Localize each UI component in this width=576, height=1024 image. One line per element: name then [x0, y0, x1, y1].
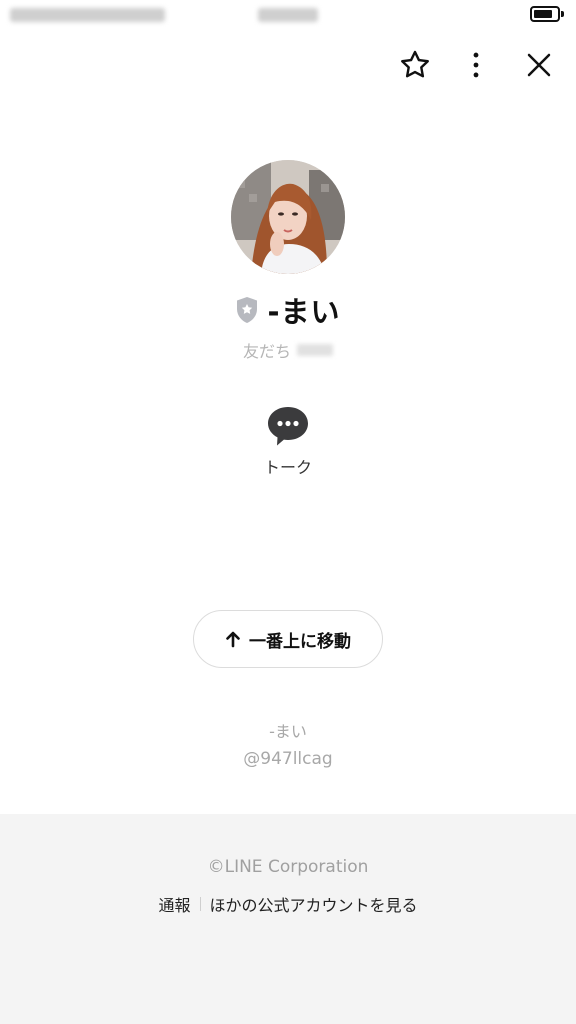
official-shield-icon — [237, 297, 258, 323]
profile-avatar[interactable] — [231, 160, 345, 274]
profile-page: -まい 友だち トーク 一番上に移動 -まい @947llcag ©LINE C… — [0, 0, 576, 1024]
star-outline-icon — [401, 50, 429, 78]
footer-links: 通報 ほかの公式アカウントを見る — [0, 892, 576, 916]
status-time-blurred — [258, 8, 318, 22]
talk-button[interactable]: トーク — [248, 404, 328, 480]
battery-icon — [530, 6, 560, 22]
profile-name: -まい — [267, 295, 341, 329]
more-options-button[interactable] — [457, 46, 495, 84]
status-bar — [0, 0, 576, 34]
avatar-image — [231, 160, 345, 274]
friend-count-blurred — [297, 344, 333, 356]
favorite-button[interactable] — [396, 46, 434, 84]
footer-link-divider — [199, 897, 201, 911]
talk-label: トーク — [263, 458, 312, 477]
friend-count-label: 友だち — [242, 342, 291, 361]
report-link[interactable]: 通報 — [158, 892, 190, 916]
site-footer: ©LINE Corporation 通報 ほかの公式アカウントを見る — [0, 814, 576, 1024]
other-official-accounts-link[interactable]: ほかの公式アカウントを見る — [210, 892, 418, 916]
battery-level-fill — [534, 10, 552, 18]
arrow-up-icon — [226, 631, 240, 648]
close-icon — [527, 53, 551, 77]
account-footer-name: -まい — [269, 722, 307, 741]
account-line-id: @947llcag — [243, 749, 333, 769]
more-vertical-icon — [473, 52, 479, 78]
status-carrier-blurred — [10, 8, 165, 22]
scroll-to-top-label: 一番上に移動 — [249, 631, 351, 652]
close-button[interactable] — [520, 46, 558, 84]
scroll-to-top-button[interactable]: 一番上に移動 — [193, 610, 383, 668]
chat-bubble-icon — [268, 407, 308, 446]
battery-tip — [561, 11, 564, 17]
profile-name-row: -まい — [0, 290, 576, 330]
copyright-text: ©LINE Corporation — [207, 857, 369, 877]
profile-subtitle-row: 友だち — [0, 338, 576, 362]
